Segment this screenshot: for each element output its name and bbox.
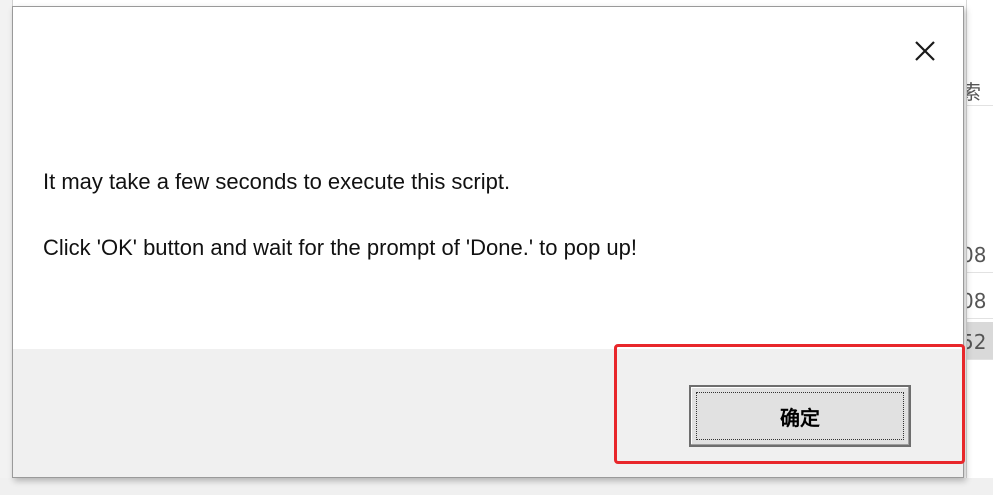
close-icon — [915, 41, 935, 61]
message-line-2: Click 'OK' button and wait for the promp… — [43, 235, 638, 260]
background-table-cell: 08 — [967, 235, 993, 273]
dialog-message: It may take a few seconds to execute thi… — [43, 165, 923, 265]
ok-button-label: 确定 — [696, 392, 904, 440]
message-dialog: It may take a few seconds to execute thi… — [12, 6, 964, 478]
dialog-footer: 确定 — [13, 349, 963, 477]
background-bottom-strip — [0, 478, 993, 495]
message-line-1: It may take a few seconds to execute thi… — [43, 169, 511, 194]
background-table-column: 索 08 08 52 — [966, 0, 993, 495]
background-table-cell: 索 — [967, 68, 993, 106]
ok-button[interactable]: 确定 — [689, 385, 911, 447]
background-table-cell: 08 — [967, 281, 993, 319]
screen: 索 08 08 52 It may take a few seconds to … — [0, 0, 993, 495]
background-table-cell-selected: 52 — [967, 322, 993, 360]
close-button[interactable] — [907, 33, 943, 69]
